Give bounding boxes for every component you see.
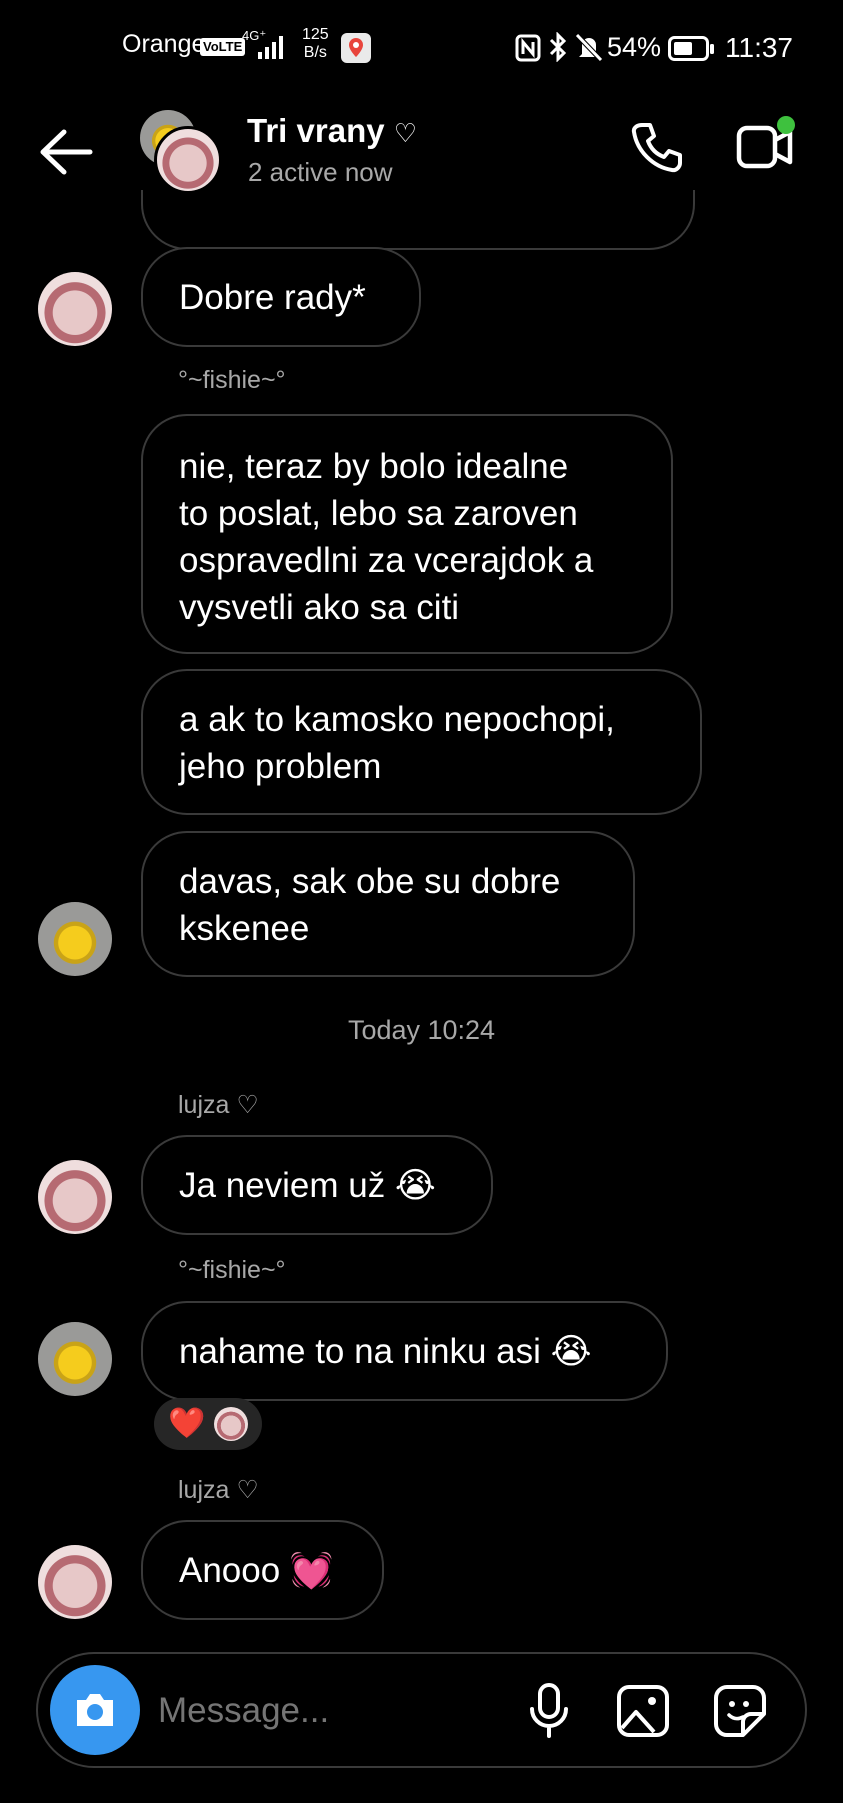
message-bubble[interactable]: a ak to kamosko nepochopi, jeho problem — [141, 669, 702, 815]
net-speed: 125 B/s — [302, 26, 329, 62]
reactor-avatar — [214, 1407, 248, 1441]
voice-call-icon[interactable] — [628, 120, 684, 176]
back-arrow-icon[interactable] — [38, 128, 94, 176]
message-bubble[interactable]: Ja neviem už 😭 — [141, 1135, 493, 1235]
message-bubble[interactable]: nie, teraz by bolo idealne to poslat, le… — [141, 414, 673, 654]
message-line: nie, teraz by bolo idealne — [179, 447, 569, 486]
title-heart: ♡ — [393, 118, 418, 148]
camera-icon — [77, 1694, 113, 1726]
message-text: Dobre rady* — [179, 278, 366, 317]
message-line: to poslat, lebo sa zaroven — [179, 494, 578, 533]
message-line: davas, sak obe su dobre — [179, 862, 561, 901]
battery-icon — [668, 36, 714, 61]
sender-name: lujza ♡ — [178, 1476, 259, 1504]
message-composer — [36, 1652, 807, 1768]
avatar-lujza[interactable] — [38, 1545, 112, 1619]
bluetooth-icon — [549, 32, 567, 62]
previous-message-bubble — [141, 190, 695, 250]
heart-reaction-icon: ❤️ — [168, 1407, 206, 1440]
camera-button[interactable] — [50, 1665, 140, 1755]
group-avatar-front[interactable] — [154, 126, 222, 194]
message-line: a ak to kamosko nepochopi, — [179, 700, 615, 739]
clock: 11:37 — [725, 32, 793, 63]
net-speed-value: 125 — [302, 26, 329, 43]
avatar-lujza[interactable] — [38, 272, 112, 346]
avatar-lujza[interactable] — [38, 1160, 112, 1234]
status-bar: Orange VoLTE 4G⁺ 125 B/s 54% 11:37 — [0, 0, 843, 100]
message-bubble[interactable]: davas, sak obe su dobre kskenee — [141, 831, 635, 977]
net-speed-unit: B/s — [303, 44, 327, 61]
timestamp-divider: Today 10:24 — [347, 1015, 496, 1045]
volte-badge: VoLTE — [200, 38, 246, 56]
message-text: Ja neviem už 😭 — [179, 1166, 436, 1205]
message-bubble[interactable]: Anooo 💓 — [141, 1520, 384, 1620]
sender-name: °~fishie~° — [178, 1256, 286, 1284]
message-text: nahame to na ninku asi 😭 — [179, 1332, 592, 1371]
sender-name: °~fishie~° — [178, 366, 286, 394]
video-call-icon[interactable] — [736, 114, 800, 174]
avatar-fishie[interactable] — [38, 1322, 112, 1396]
sticker-icon[interactable] — [713, 1684, 767, 1738]
battery-percent: 54% — [607, 32, 662, 62]
message-line: jeho problem — [179, 747, 382, 786]
mute-bell-icon — [575, 33, 603, 62]
microphone-icon[interactable] — [527, 1682, 571, 1740]
message-bubble[interactable]: nahame to na ninku asi 😭 — [141, 1301, 668, 1401]
message-bubble[interactable]: Dobre rady* — [141, 247, 421, 347]
message-text: Anooo 💓 — [179, 1551, 334, 1590]
reaction-pill[interactable]: ❤️ — [154, 1398, 262, 1450]
active-status: 2 active now — [248, 157, 393, 187]
signal-icon — [258, 36, 283, 59]
message-input[interactable] — [156, 1680, 540, 1742]
chat-title-text: Tri vrany — [247, 112, 385, 149]
sender-name: lujza ♡ — [178, 1091, 259, 1119]
gallery-icon[interactable] — [616, 1684, 670, 1738]
carrier-label: Orange — [122, 30, 206, 58]
message-line: vysvetli ako sa citi — [179, 588, 460, 627]
chat-title[interactable]: Tri vrany ♡ — [247, 112, 417, 150]
nfc-icon — [515, 34, 541, 62]
avatar-fishie[interactable] — [38, 902, 112, 976]
chat-header: Tri vrany ♡ 2 active now — [0, 100, 843, 295]
message-line: kskenee — [179, 909, 310, 948]
message-line: ospravedlni za vcerajdok a — [179, 541, 594, 580]
maps-icon — [341, 33, 371, 63]
